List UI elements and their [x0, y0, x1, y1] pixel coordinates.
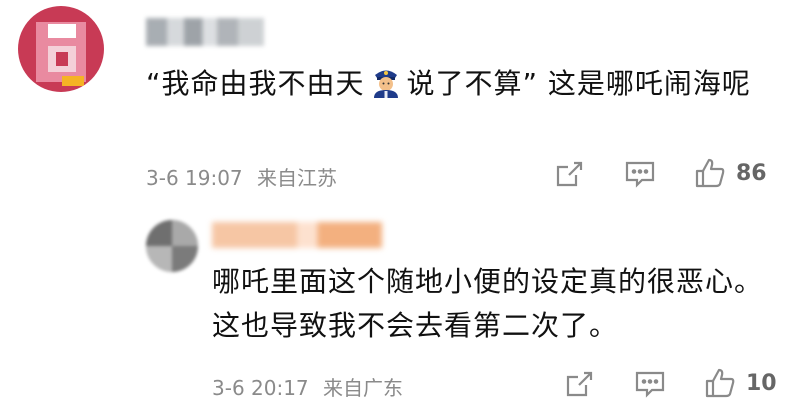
- avatar-pixel: [172, 220, 198, 246]
- share-icon: [556, 161, 583, 187]
- comment-tail: 这是哪吒闹海呢: [538, 67, 751, 100]
- avatar-pixel: [146, 220, 172, 246]
- like-count: 86: [736, 160, 767, 186]
- avatar-pixel: [146, 246, 172, 272]
- comment-quote-start: “我命由我不由天: [146, 67, 365, 100]
- avatar-pixel: [56, 52, 68, 66]
- reply-like-count: 10: [746, 370, 777, 396]
- comment-icon: [635, 371, 665, 398]
- reply-share-button[interactable]: [564, 370, 594, 398]
- reply-timestamp: 3-6 20:17: [212, 376, 309, 400]
- reply-button[interactable]: [624, 160, 656, 188]
- reply-comment-button[interactable]: [634, 370, 666, 398]
- reply-like-button[interactable]: 10: [704, 367, 777, 399]
- comment-meta: 3-6 19:07 来自江苏: [146, 162, 337, 191]
- reply-author-redacted[interactable]: [212, 222, 382, 248]
- reply-meta: 3-6 20:17 来自广东: [212, 372, 403, 401]
- comment-location: 来自江苏: [257, 166, 338, 190]
- avatar-pixel: [62, 76, 84, 86]
- reply-location: 来自广东: [323, 376, 404, 400]
- commenter-name-redacted[interactable]: [146, 18, 264, 46]
- reply-avatar[interactable]: [146, 220, 198, 272]
- thumbs-up-icon: [705, 368, 735, 398]
- reply-body: 哪吒里面这个随地小便的设定真的很恶心。这也导致我不会去看第二次了。: [212, 265, 764, 342]
- commenter-avatar[interactable]: [18, 6, 104, 92]
- avatar-pixel: [48, 24, 76, 38]
- comment-quote-end: 说了不算”: [406, 67, 539, 100]
- like-button[interactable]: 86: [694, 157, 767, 189]
- share-button[interactable]: [554, 160, 584, 188]
- thumbs-up-icon: [695, 158, 725, 188]
- avatar-pixel: [172, 246, 198, 272]
- comment-body: “我命由我不由天 说了不算” 这是哪吒闹海呢: [146, 62, 786, 106]
- share-icon: [566, 371, 593, 397]
- police-officer-emoji-icon: [371, 66, 401, 98]
- comment-timestamp: 3-6 19:07: [146, 166, 243, 190]
- comment-icon: [625, 161, 655, 188]
